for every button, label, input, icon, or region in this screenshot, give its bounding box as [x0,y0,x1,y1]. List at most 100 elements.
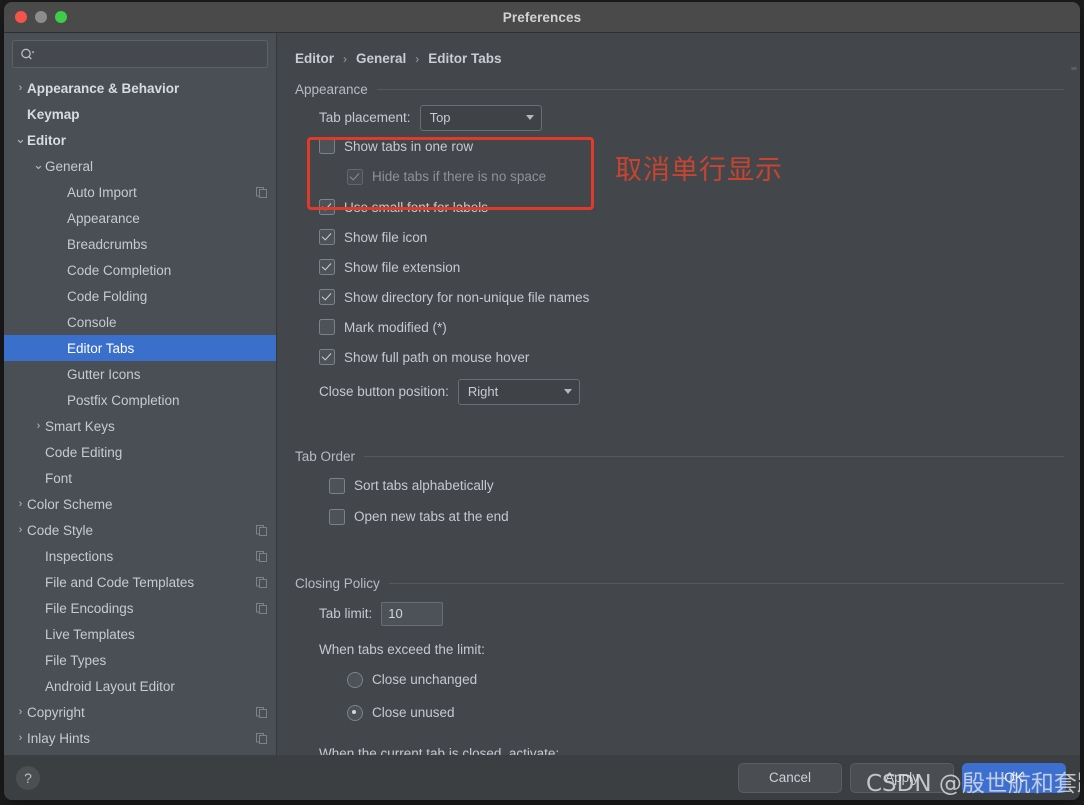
preferences-window: Preferences › Appearance & Behavior Keym… [4,2,1080,800]
checkbox-icon[interactable] [319,349,335,365]
checkbox-icon[interactable] [329,508,345,525]
zoom-button[interactable] [55,11,67,23]
minimize-button[interactable] [35,11,47,23]
chevron-right-icon: › [18,731,23,744]
sidebar-item-auto-import[interactable]: Auto Import [4,179,276,205]
cancel-button[interactable]: Cancel [738,762,842,793]
checkbox-row-open-new-tabs-at-the-end[interactable]: Open new tabs at the end [295,501,1064,532]
settings-detail-pane: Editor › General › Editor Tabs Appearanc… [277,33,1080,755]
sidebar-item-copyright[interactable]: › Copyright [4,699,276,725]
sidebar-item-postfix-completion[interactable]: Postfix Completion [4,387,276,413]
chevron-down-icon: ⌄ [15,130,26,146]
tab-placement-row: Tab placement: Top [295,104,1064,131]
window-title: Preferences [502,9,582,25]
checkbox-icon[interactable] [319,259,335,275]
breadcrumb-item-editor[interactable]: Editor [295,51,334,66]
sidebar-item-console[interactable]: Console [4,309,276,335]
sidebar-item-label: Appearance & Behavior [27,80,180,96]
radio-label: Close unchanged [372,672,478,687]
ok-button[interactable]: OK [962,762,1066,793]
sidebar-item-gutter-icons[interactable]: Gutter Icons [4,361,276,387]
help-button[interactable]: ? [16,765,40,790]
sidebar-item-smart-keys[interactable]: › Smart Keys [4,413,276,439]
group-header-appearance: Appearance [295,82,1064,97]
apply-button[interactable]: Apply [850,762,954,793]
sidebar-item-appearance[interactable]: Appearance [4,205,276,231]
checkbox-label: Mark modified (*) [344,319,447,335]
checkbox-row-show-full-path-on-mouse-hover[interactable]: Show full path on mouse hover [295,342,1064,372]
checkbox-icon[interactable] [329,477,345,494]
copy-settings-icon[interactable] [255,732,268,745]
breadcrumb: Editor › General › Editor Tabs [295,33,1064,66]
copy-settings-icon[interactable] [255,550,268,563]
checkbox-row-show-file-icon[interactable]: Show file icon [295,222,1064,252]
checkbox-label: Show directory for non-unique file names [344,289,590,305]
radio-row-close-unused[interactable]: Close unused [295,696,1064,729]
sidebar-item-code-editing[interactable]: Code Editing [4,439,276,465]
sidebar-item-inspections[interactable]: Inspections [4,543,276,569]
sidebar-item-font[interactable]: Font [4,465,276,491]
checkbox-row-show-file-extension[interactable]: Show file extension [295,252,1064,282]
breadcrumb-item-editor-tabs[interactable]: Editor Tabs [428,51,501,66]
sidebar-item-label: Console [67,314,117,330]
sidebar-item-appearance-behavior[interactable]: › Appearance & Behavior [4,75,276,101]
search-input[interactable] [40,46,260,62]
main-scrollbar[interactable] [1071,67,1077,307]
radio-icon[interactable] [347,704,363,721]
sidebar-item-file-encodings[interactable]: File Encodings [4,595,276,621]
copy-settings-icon[interactable] [255,524,268,537]
copy-settings-icon[interactable] [255,706,268,719]
scrollbar-thumb[interactable] [1071,67,1077,70]
dialog-footer: ? Cancel Apply OK [4,755,1080,800]
sidebar-item-color-scheme[interactable]: › Color Scheme [4,491,276,517]
sidebar-item-label: Code Completion [67,262,172,278]
checkbox-row-sort-tabs-alphabetically[interactable]: Sort tabs alphabetically [295,470,1064,501]
sidebar-item-label: Font [45,470,73,486]
sidebar-item-label: Code Folding [67,288,148,304]
search-box[interactable] [12,40,268,68]
close-button[interactable] [15,11,27,23]
tab-limit-input[interactable] [381,601,444,626]
sidebar-item-file-and-code-templates[interactable]: File and Code Templates [4,569,276,595]
group-header-closing-policy: Closing Policy [295,576,1064,591]
tab-placement-select[interactable]: Top [419,104,542,131]
checkbox-row-use-small-font-for-labels[interactable]: Use small font for labels [295,192,1064,222]
checkbox-row-show-directory-for-non-unique-file-names[interactable]: Show directory for non-unique file names [295,282,1064,312]
sidebar-item-file-types[interactable]: File Types [4,647,276,673]
sidebar-item-live-templates[interactable]: Live Templates [4,621,276,647]
sidebar-item-general[interactable]: ⌄ General [4,153,276,179]
sidebar-item-android-layout-editor[interactable]: Android Layout Editor [4,673,276,699]
group-title-appearance: Appearance [295,82,368,97]
sidebar-item-label: File Encodings [45,600,134,616]
sidebar-item-code-style[interactable]: › Code Style [4,517,276,543]
title-bar: Preferences [4,2,1080,33]
sidebar-item-code-folding[interactable]: Code Folding [4,283,276,309]
copy-settings-icon[interactable] [255,576,268,589]
checkbox-label: Open new tabs at the end [354,509,509,524]
checkbox-icon[interactable] [319,199,335,215]
breadcrumb-separator-icon: › [415,51,420,66]
checkbox-icon[interactable] [319,319,335,335]
close-button-position-select[interactable]: Right [457,378,580,405]
copy-settings-icon[interactable] [255,186,268,199]
checkbox-row-mark-modified[interactable]: Mark modified (*) [295,312,1064,342]
sidebar-item-label: Android Layout Editor [45,678,175,694]
checkbox-icon[interactable] [319,138,335,154]
settings-tree: › Appearance & Behavior Keymap ⌄ Editor ⌄ Gene… [4,73,276,751]
sidebar-item-keymap[interactable]: Keymap [4,101,276,127]
sidebar-item-editor[interactable]: ⌄ Editor [4,127,276,153]
sidebar-item-editor-tabs[interactable]: Editor Tabs [4,335,276,361]
breadcrumb-item-general[interactable]: General [356,51,406,66]
radio-icon[interactable] [347,671,363,688]
sidebar-item-label: Keymap [27,106,80,122]
sidebar-item-code-completion[interactable]: Code Completion [4,257,276,283]
checkbox-icon[interactable] [319,229,335,245]
tab-limit-label: Tab limit: [319,606,373,621]
sidebar-item-inlay-hints[interactable]: › Inlay Hints [4,725,276,751]
sidebar-item-label: Color Scheme [27,496,113,512]
radio-row-close-unchanged[interactable]: Close unchanged [295,663,1064,696]
copy-settings-icon[interactable] [255,602,268,615]
checkbox-icon[interactable] [319,289,335,305]
checkbox-icon[interactable] [347,168,363,185]
sidebar-item-breadcrumbs[interactable]: Breadcrumbs [4,231,276,257]
